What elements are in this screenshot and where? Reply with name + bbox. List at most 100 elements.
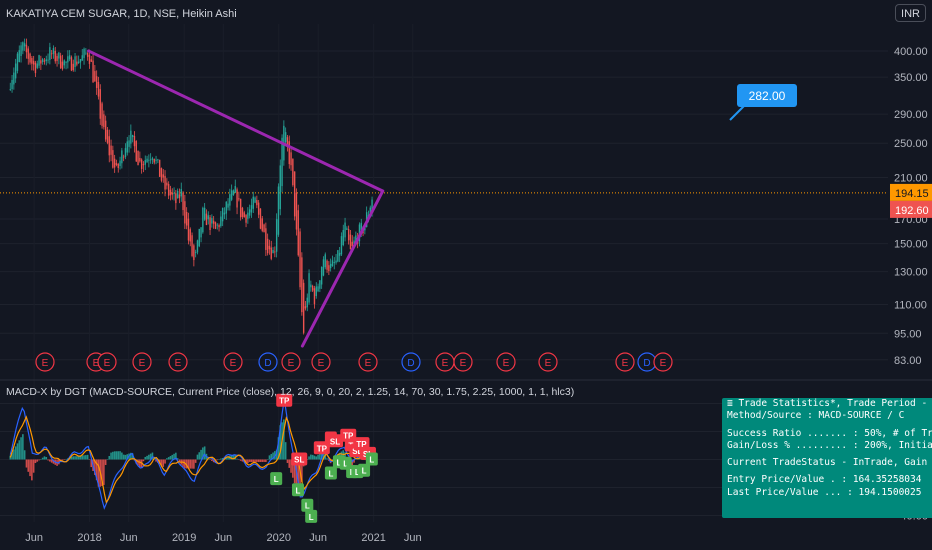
time-axis[interactable]: Jun 2018 Jun 2019 Jun 2020 Jun 2021 Jun — [25, 532, 421, 544]
macd-histogram-bar — [124, 454, 127, 460]
macd-histogram-bar — [104, 459, 107, 466]
price-candle — [29, 53, 31, 63]
macd-histogram-bar — [23, 450, 26, 460]
price-candle — [191, 235, 193, 256]
macd-histogram-bar — [256, 459, 258, 462]
macd-histogram-bar — [43, 456, 46, 460]
stats-line: Method/Source : MACD-SOURCE / C — [727, 410, 905, 422]
price-candle — [328, 265, 330, 272]
price-tick-label: 210.00 — [894, 172, 928, 184]
price-candle — [38, 55, 40, 66]
macd-histogram-bar — [81, 455, 84, 460]
macd-histogram-bar — [25, 459, 28, 468]
price-candle — [137, 150, 139, 166]
price-candle — [329, 263, 332, 269]
macd-histogram-bar — [317, 454, 319, 460]
price-candle — [337, 250, 339, 262]
price-candle — [344, 222, 346, 238]
price-candle — [157, 159, 159, 161]
macd-histogram-bar — [326, 458, 328, 460]
macd-histogram-bar — [166, 458, 168, 460]
price-candle — [225, 201, 227, 214]
price-candle — [41, 59, 44, 62]
price-candle — [18, 50, 20, 62]
price-candle — [232, 190, 235, 195]
event-marker-label: E — [503, 358, 510, 369]
price-candle — [124, 148, 127, 158]
price-tick-label: 290.00 — [894, 109, 928, 121]
price-candle — [209, 217, 211, 231]
event-marker-label: E — [230, 358, 237, 369]
macd-histogram-bar — [263, 459, 265, 462]
price-candle — [90, 59, 92, 62]
price-tick-label: 130.00 — [894, 267, 928, 279]
price-candle — [94, 71, 96, 82]
price-candle — [266, 238, 269, 254]
price-candle — [259, 208, 262, 229]
price-tick-label: 83.00 — [894, 355, 922, 367]
price-candle — [47, 59, 49, 61]
macd-histogram-bar — [313, 455, 316, 460]
trade-marker-label: L — [362, 467, 367, 476]
price-candle — [61, 61, 64, 70]
price-candle — [25, 44, 28, 53]
price-candle — [236, 189, 238, 208]
price-candle — [9, 89, 11, 90]
price-candle — [140, 159, 143, 169]
macd-histogram-bar — [250, 459, 253, 462]
price-candle — [234, 186, 236, 193]
price-candle — [52, 48, 55, 54]
price-candle — [106, 129, 109, 143]
trade-marker-label: L — [296, 486, 301, 495]
price-candle — [257, 202, 260, 215]
price-candle — [272, 249, 274, 254]
price-candle — [76, 61, 78, 65]
macd-histogram-bar — [72, 456, 75, 460]
price-candle — [284, 132, 287, 143]
price-candle — [247, 212, 249, 219]
price-candle — [74, 56, 76, 67]
price-candle — [351, 241, 353, 247]
price-candle — [308, 273, 310, 303]
price-candle — [171, 192, 173, 195]
price-candle — [333, 262, 335, 264]
macd-histogram-bar — [162, 459, 165, 467]
currency-badge[interactable]: INR — [895, 4, 926, 22]
price-candle — [293, 171, 296, 217]
price-candle — [270, 247, 272, 259]
time-tick-label: Jun — [404, 532, 422, 544]
price-candle — [59, 55, 62, 68]
price-candle — [229, 194, 231, 206]
macd-histogram-bar — [119, 451, 121, 460]
stats-line: Last Price/Value ... : 194.1500025 — [727, 486, 922, 498]
macd-histogram-bar — [146, 455, 148, 460]
symbol-title[interactable]: KAKATIYA CEM SUGAR, 1D, NSE, Heikin Ashi — [6, 8, 237, 20]
macd-histogram-bar — [265, 459, 267, 462]
price-candle — [347, 229, 350, 241]
time-tick-label: 2020 — [267, 532, 291, 544]
price-candle — [302, 282, 305, 333]
price-candle — [83, 48, 85, 58]
price-candle — [331, 260, 334, 266]
price-candle — [173, 193, 175, 194]
macd-histogram-bar — [218, 459, 220, 460]
price-candle — [212, 220, 215, 224]
event-marker-label: E — [460, 358, 467, 369]
price-candle — [115, 163, 118, 165]
macd-histogram-bar — [257, 459, 260, 462]
price-candle — [22, 42, 24, 51]
macd-histogram-bar — [65, 458, 67, 460]
price-candle — [79, 58, 82, 63]
event-marker-label: E — [42, 358, 49, 369]
macd-histogram-bar — [209, 459, 211, 460]
price-candle — [202, 207, 204, 233]
indicator-title[interactable]: MACD-X by DGT (MACD-SOURCE, Current Pric… — [6, 386, 574, 398]
price-candle — [65, 61, 67, 63]
trade-marker-label: L — [369, 456, 374, 465]
price-candle — [221, 207, 224, 222]
callout-label: 282.00 — [749, 89, 786, 103]
macd-histogram-bar — [85, 455, 87, 460]
price-candle — [14, 63, 17, 79]
price-candle — [346, 228, 348, 230]
event-marker-label: D — [264, 358, 271, 369]
